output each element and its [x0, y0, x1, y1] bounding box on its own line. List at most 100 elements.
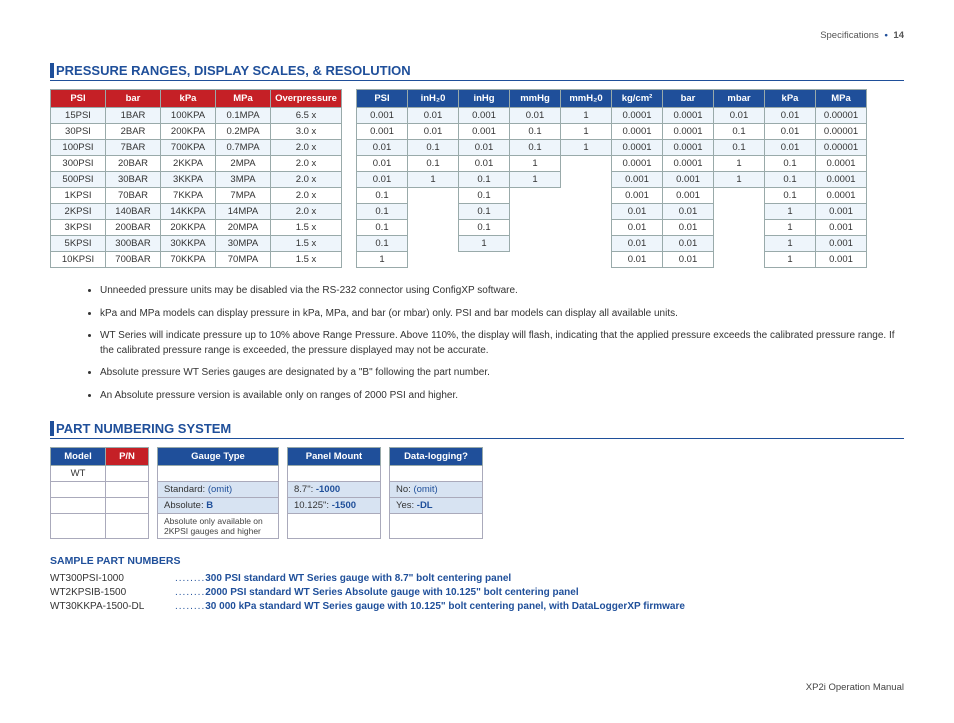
t1-cell: 10KPSI [51, 252, 106, 268]
t1-header: bar [106, 90, 161, 108]
t1-cell: 20MPA [216, 220, 271, 236]
t1-cell: 1.5 x [271, 220, 342, 236]
t2-cell: 1 [561, 124, 612, 140]
t1-cell: 14MPA [216, 204, 271, 220]
t2-cell: 0.001 [357, 124, 408, 140]
t2-cell: 0.0001 [663, 124, 714, 140]
t1-cell: 100PSI [51, 140, 106, 156]
t1-header: Overpressure [271, 90, 342, 108]
t2-cell: 0.01 [408, 108, 459, 124]
t2-cell: 0.01 [765, 140, 816, 156]
t2-cell [459, 252, 510, 268]
pn-h-dl: Data-logging? [390, 448, 483, 466]
t2-cell: 1 [357, 252, 408, 268]
t1-header: kPa [161, 90, 216, 108]
pressure-ranges-table: PSIbarkPaMPaOverpressure 15PSI1BAR100KPA… [50, 89, 342, 268]
t2-cell: 0.1 [510, 124, 561, 140]
t1-cell: 3KKPA [161, 172, 216, 188]
gauge-note: Absolute only available on 2KPSI gauges … [158, 514, 279, 539]
t1-cell: 20KKPA [161, 220, 216, 236]
pn-h-gauge: Gauge Type [158, 448, 279, 466]
t2-cell: 0.1 [408, 156, 459, 172]
t1-cell: 1.5 x [271, 236, 342, 252]
t1-cell: 7BAR [106, 140, 161, 156]
t2-cell: 0.01 [612, 220, 663, 236]
t2-cell: 1 [714, 156, 765, 172]
header-page: 14 [893, 30, 904, 41]
t2-cell [714, 252, 765, 268]
part-number-table: Model P/N Gauge Type Panel Mount Data-lo… [50, 447, 483, 539]
t1-cell: 300BAR [106, 236, 161, 252]
t2-cell: 0.01 [663, 204, 714, 220]
t2-cell [561, 188, 612, 204]
t2-cell [714, 220, 765, 236]
t2-cell: 0.1 [510, 140, 561, 156]
t2-cell: 0.0001 [612, 156, 663, 172]
t2-cell: 0.01 [663, 252, 714, 268]
t1-cell: 3MPA [216, 172, 271, 188]
panel-opt-1: 10.125": -1500 [288, 498, 381, 514]
t2-cell: 0.1 [459, 172, 510, 188]
t2-cell: 1 [765, 252, 816, 268]
t2-cell: 0.01 [765, 124, 816, 140]
t2-cell: 1 [714, 172, 765, 188]
t1-cell: 30BAR [106, 172, 161, 188]
t2-cell: 1 [765, 220, 816, 236]
t2-cell [510, 220, 561, 236]
section-ranges-title: PRESSURE RANGES, DISPLAY SCALES, & RESOL… [50, 63, 904, 81]
t2-cell: 0.001 [459, 108, 510, 124]
t2-cell: 0.1 [459, 220, 510, 236]
t1-cell: 30PSI [51, 124, 106, 140]
t1-header: MPa [216, 90, 271, 108]
t2-cell: 0.0001 [612, 108, 663, 124]
t1-cell: 2KPSI [51, 204, 106, 220]
sample-row: WT300PSI-1000........300 PSI standard WT… [50, 573, 904, 584]
t1-header: PSI [51, 90, 106, 108]
t1-cell: 300PSI [51, 156, 106, 172]
t2-cell: 1 [408, 172, 459, 188]
t2-cell: 0.1 [357, 220, 408, 236]
gauge-opt-1: Absolute: B [158, 498, 279, 514]
display-scales-table: PSIinH₂0inHgmmHgmmH₂0kg/cm²barmbarkPaMPa… [356, 89, 867, 268]
t2-cell: 0.1 [357, 236, 408, 252]
t2-cell: 0.0001 [612, 140, 663, 156]
t2-cell [561, 172, 612, 188]
t1-cell: 14KKPA [161, 204, 216, 220]
t1-cell: 7KKPA [161, 188, 216, 204]
t2-cell: 0.1 [765, 172, 816, 188]
t2-header: kg/cm² [612, 90, 663, 108]
t1-cell: 0.1MPA [216, 108, 271, 124]
note-item: WT Series will indicate pressure up to 1… [100, 329, 904, 358]
t2-cell: 0.00001 [816, 108, 867, 124]
t2-header: inH₂0 [408, 90, 459, 108]
t2-cell: 1 [510, 156, 561, 172]
t1-cell: 3KPSI [51, 220, 106, 236]
samples-list: WT300PSI-1000........300 PSI standard WT… [50, 573, 904, 612]
t1-cell: 3.0 x [271, 124, 342, 140]
pn-h-panel: Panel Mount [288, 448, 381, 466]
t2-cell: 0.01 [408, 124, 459, 140]
t2-cell [714, 204, 765, 220]
t2-cell: 0.0001 [816, 156, 867, 172]
note-item: Unneeded pressure units may be disabled … [100, 284, 904, 299]
t2-header: MPa [816, 90, 867, 108]
t2-header: bar [663, 90, 714, 108]
t2-cell: 0.0001 [612, 124, 663, 140]
t1-cell: 2MPA [216, 156, 271, 172]
t2-header: inHg [459, 90, 510, 108]
t1-cell: 1KPSI [51, 188, 106, 204]
t2-cell [408, 188, 459, 204]
dl-opt-1: Yes: -DL [390, 498, 483, 514]
t1-cell: 500PSI [51, 172, 106, 188]
tables-row: PSIbarkPaMPaOverpressure 15PSI1BAR100KPA… [50, 89, 904, 268]
t2-cell [510, 188, 561, 204]
t1-cell: 6.5 x [271, 108, 342, 124]
t2-cell [408, 220, 459, 236]
t1-cell: 100KPA [161, 108, 216, 124]
t2-header: mmHg [510, 90, 561, 108]
t2-cell: 1 [765, 204, 816, 220]
t2-cell: 0.1 [357, 204, 408, 220]
t1-cell: 200BAR [106, 220, 161, 236]
t1-cell: 1.5 x [271, 252, 342, 268]
samples-title: SAMPLE PART NUMBERS [50, 555, 904, 567]
